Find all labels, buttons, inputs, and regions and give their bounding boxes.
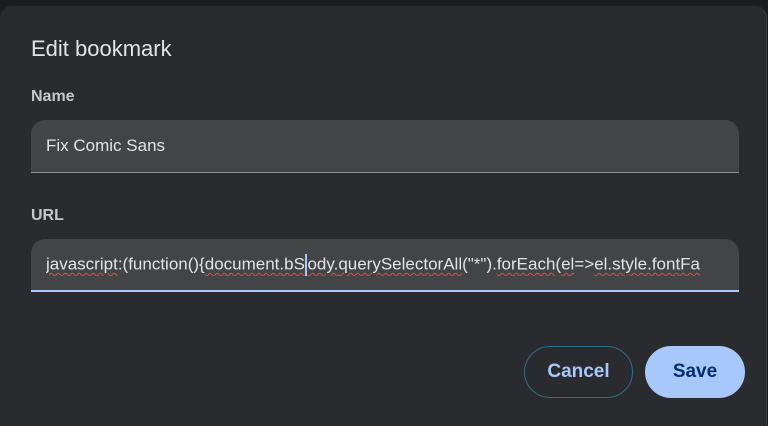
url-segment: querySelectorAll xyxy=(338,253,463,273)
url-input[interactable]: javascript:(function(){document.bS ody.qu… xyxy=(31,239,739,292)
url-segment: => xyxy=(574,253,595,273)
url-segment: el xyxy=(561,253,575,273)
save-button[interactable]: Save xyxy=(645,346,745,398)
url-input-value: javascript:(function(){document.bS ody.qu… xyxy=(46,253,724,276)
url-label: URL xyxy=(31,207,64,224)
url-segment: ody. xyxy=(307,253,339,273)
name-label: Name xyxy=(31,88,75,105)
url-segment: :(function(){ xyxy=(117,253,205,273)
edit-bookmark-dialog: Edit bookmark Name Fix Comic Sans URL ja… xyxy=(0,6,767,426)
cancel-button[interactable]: Cancel xyxy=(524,346,633,398)
url-segment: forEach xyxy=(496,253,556,273)
name-input-value: Fix Comic Sans xyxy=(46,136,166,155)
url-segment: ("*"). xyxy=(462,253,497,273)
url-segment: document.bS xyxy=(204,253,305,273)
dialog-title: Edit bookmark xyxy=(31,36,172,61)
name-input[interactable]: Fix Comic Sans xyxy=(31,120,739,173)
url-segment: el.style.fontFa xyxy=(594,253,701,273)
url-segment: javascript xyxy=(46,253,118,273)
